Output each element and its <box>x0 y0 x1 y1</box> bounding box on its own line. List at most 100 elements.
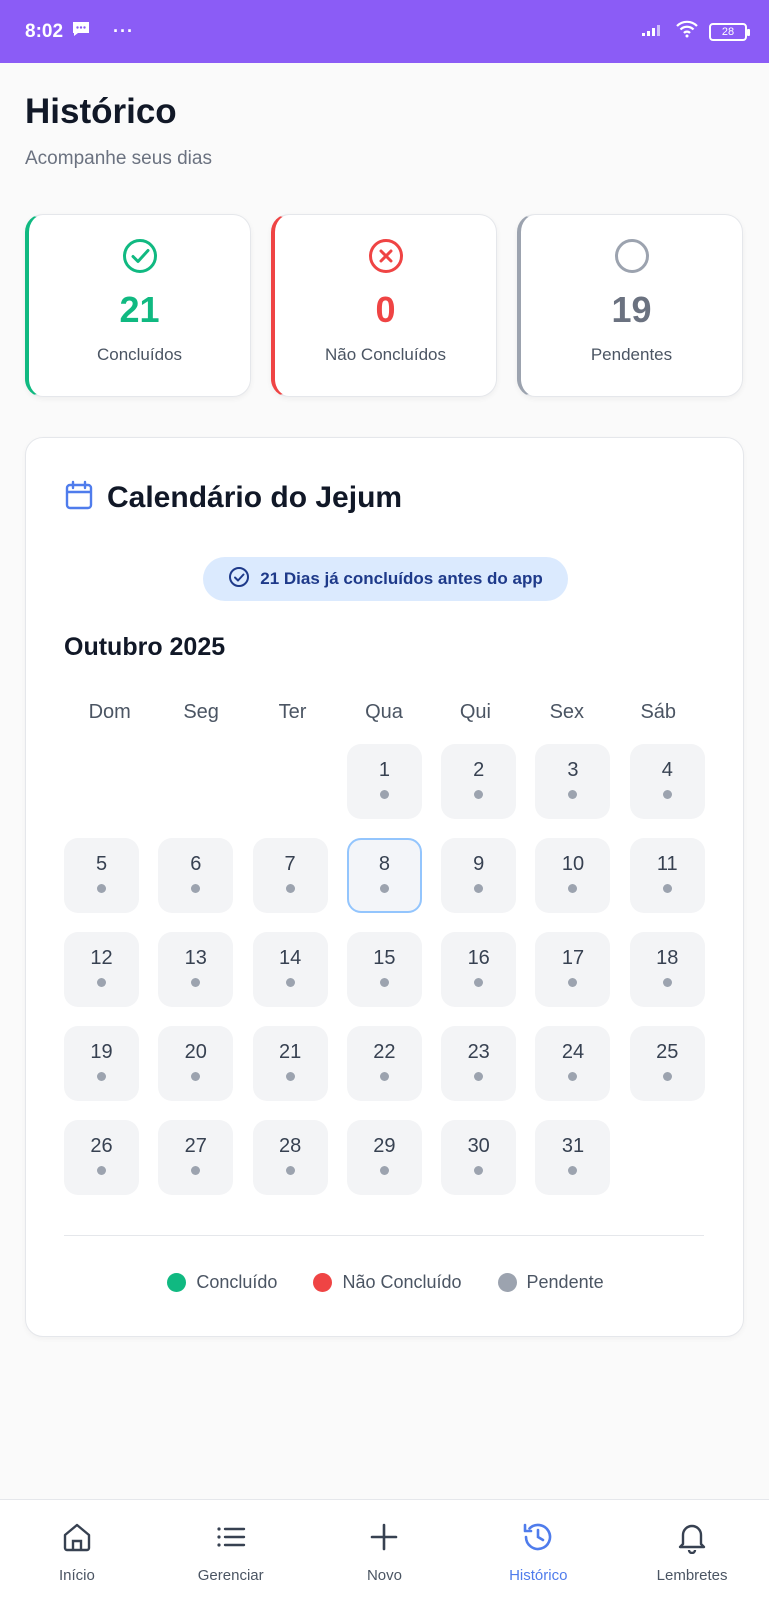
list-icon <box>214 1520 248 1559</box>
calendar-day[interactable]: 19 <box>64 1026 139 1101</box>
signal-icon <box>641 21 665 42</box>
nav-lembretes[interactable]: Lembretes <box>617 1500 767 1584</box>
calendar-day[interactable]: 10 <box>535 838 611 913</box>
day-number: 6 <box>190 852 202 875</box>
calendar-title: Calendário do Jejum <box>107 480 403 514</box>
status-bar: 8:02 ··· 28 <box>0 0 769 63</box>
empty-day-cell <box>253 744 328 819</box>
check-circle-icon <box>228 566 250 593</box>
calendar-day[interactable]: 11 <box>629 838 705 913</box>
legend-pending: Pendente <box>497 1272 604 1293</box>
calendar-day[interactable]: 4 <box>629 744 705 819</box>
pending-status-dot <box>568 1165 578 1175</box>
calendar-day[interactable]: 25 <box>629 1026 705 1101</box>
weekday-label: Sex <box>549 701 585 723</box>
calendar-day[interactable]: 28 <box>252 1120 328 1195</box>
calendar-day[interactable]: 16 <box>441 932 517 1007</box>
divider <box>64 1235 704 1236</box>
day-number: 29 <box>373 1134 396 1157</box>
pending-status-dot <box>474 977 484 987</box>
legend-label: Pendente <box>526 1272 604 1292</box>
empty-day-cell <box>158 744 233 819</box>
pending-status-dot <box>568 789 578 799</box>
day-number: 4 <box>661 758 673 781</box>
nav-label: Gerenciar <box>197 1567 264 1584</box>
pending-status-dot <box>568 977 578 987</box>
calendar-day[interactable]: 6 <box>158 838 234 913</box>
day-number: 22 <box>373 1040 396 1063</box>
pending-status-dot <box>662 789 672 799</box>
day-number: 19 <box>90 1040 113 1063</box>
day-number: 20 <box>184 1040 207 1063</box>
pending-status-dot <box>662 977 672 987</box>
calendar-day[interactable]: 24 <box>535 1026 611 1101</box>
pending-status-dot <box>474 1165 484 1175</box>
calendar-day[interactable]: 2 <box>441 744 517 819</box>
day-number: 25 <box>656 1040 679 1063</box>
pending-status-dot <box>662 1071 672 1081</box>
day-number: 17 <box>561 946 585 969</box>
day-number: 11 <box>656 852 678 875</box>
day-number: 21 <box>278 1040 302 1063</box>
day-number: 26 <box>90 1134 113 1157</box>
day-number: 27 <box>184 1134 207 1157</box>
calendar-day[interactable]: 1 <box>346 744 422 819</box>
calendar-day[interactable]: 12 <box>64 932 139 1007</box>
calendar-grid: 1 2 3 4 5 6 7 8 9 10 11 12 13 14 15 16 17 18 19 20 21 22 23 24 2… <box>64 744 705 1195</box>
not-completed-label: Não Concluídos <box>325 345 446 364</box>
nav-historico[interactable]: Histórico <box>463 1500 613 1584</box>
pending-status-dot <box>285 977 295 987</box>
day-number: 7 <box>284 852 296 875</box>
message-icon <box>71 20 91 44</box>
nav-inicio[interactable]: Início <box>2 1500 152 1584</box>
bottom-nav: Início Gerenciar Novo Histórico Lembrete… <box>0 1499 769 1600</box>
legend-swatch-red <box>313 1273 333 1292</box>
calendar-day[interactable]: 13 <box>158 932 234 1007</box>
nav-gerenciar[interactable]: Gerenciar <box>156 1500 306 1584</box>
legend-not-completed: Não Concluído <box>313 1272 462 1293</box>
pending-status-dot <box>191 977 201 987</box>
calendar-day-today[interactable]: 8 <box>346 838 422 913</box>
calendar-day[interactable]: 20 <box>158 1026 234 1101</box>
nav-label: Novo <box>366 1567 402 1584</box>
calendar-day[interactable]: 3 <box>535 744 611 819</box>
completed-label: Concluídos <box>96 345 183 364</box>
calendar-day[interactable]: 15 <box>346 932 422 1007</box>
day-number: 16 <box>467 946 490 969</box>
day-number: 13 <box>184 946 207 969</box>
calendar-day[interactable]: 18 <box>629 932 705 1007</box>
calendar-day[interactable]: 27 <box>158 1120 234 1195</box>
day-number: 1 <box>378 758 390 781</box>
nav-novo[interactable]: Novo <box>309 1500 459 1584</box>
calendar-day[interactable]: 31 <box>535 1120 611 1195</box>
calendar-day[interactable]: 9 <box>441 838 517 913</box>
calendar-day[interactable]: 17 <box>535 932 611 1007</box>
weekday-label: Seg <box>183 701 219 723</box>
day-number: 30 <box>467 1134 490 1157</box>
completed-stat-card: 21 Concluídos <box>25 214 251 397</box>
calendar-day[interactable]: 23 <box>441 1026 517 1101</box>
calendar-day[interactable]: 21 <box>252 1026 328 1101</box>
calendar-day[interactable]: 29 <box>346 1120 422 1195</box>
page-title: Histórico <box>25 92 177 131</box>
legend-label: Concluído <box>196 1272 278 1292</box>
page-subtitle: Acompanhe seus dias <box>25 148 212 169</box>
calendar-day[interactable]: 26 <box>64 1120 139 1195</box>
pending-status-dot <box>379 1165 389 1175</box>
calendar-day[interactable]: 30 <box>441 1120 517 1195</box>
pending-status-dot <box>568 883 578 893</box>
calendar-day[interactable]: 5 <box>64 838 139 913</box>
legend-label: Não Concluído <box>342 1272 462 1292</box>
weekday-label: Sáb <box>640 701 677 723</box>
calendar-day[interactable]: 14 <box>252 932 328 1007</box>
calendar-day[interactable]: 22 <box>346 1026 422 1101</box>
day-number: 9 <box>473 852 485 875</box>
legend-completed: Concluído <box>167 1272 277 1293</box>
prior-days-text: 21 Dias já concluídos antes do app <box>260 569 543 588</box>
calendar-day[interactable]: 7 <box>252 838 328 913</box>
pending-status-dot <box>662 883 672 893</box>
pending-status-dot <box>474 883 484 893</box>
pending-status-dot <box>568 1071 578 1081</box>
empty-day-cell <box>64 744 139 819</box>
pending-status-dot <box>285 1071 295 1081</box>
